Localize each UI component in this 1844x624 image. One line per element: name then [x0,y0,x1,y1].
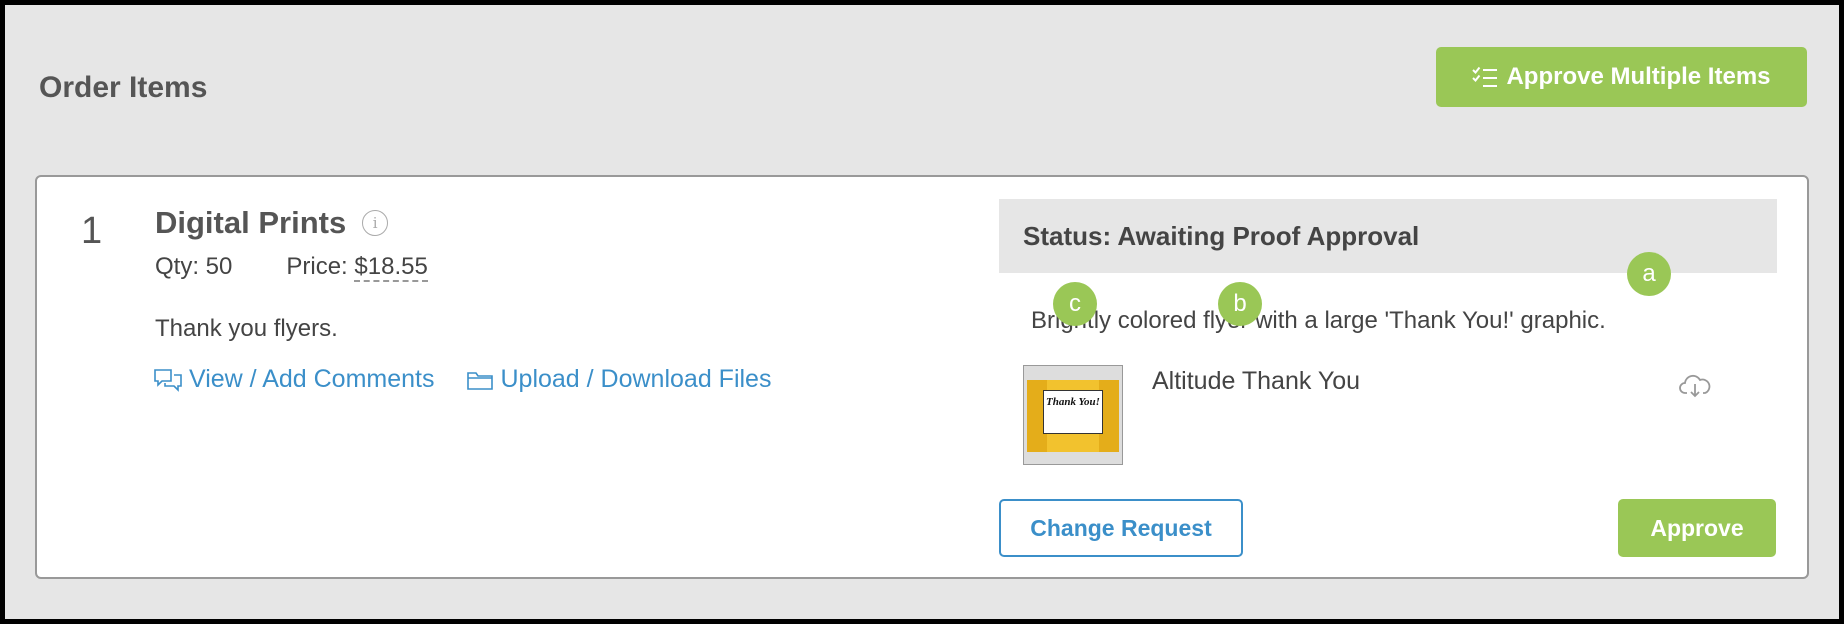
item-price: Price: $18.55 [286,253,428,282]
price-value[interactable]: $18.55 [354,253,428,282]
change-request-button[interactable]: Change Request [999,499,1243,557]
page-title: Order Items [39,71,208,104]
upload-download-files-link[interactable]: Upload / Download Files [466,365,771,394]
approve-button[interactable]: Approve [1618,499,1776,557]
item-links: View / Add Comments Upload / Download Fi… [153,365,771,394]
item-qty: Qty: 50 [155,253,233,280]
item-title: Digital Prints [155,205,347,240]
item-meta: Qty: 50 Price: $18.55 [155,253,428,282]
item-number: 1 [81,210,103,252]
order-items-page: Order Items Approve Multiple Items 1 Dig… [5,5,1839,619]
upload-download-files-label: Upload / Download Files [500,365,772,393]
thumbnail-artwork: Thank You! [1027,380,1119,452]
price-label: Price: [286,253,348,280]
checklist-icon [1472,66,1498,87]
order-item-card: 1 Digital Prints i Qty: 50 Price: $18.55… [35,175,1809,579]
thumbnail-text: Thank You! [1046,396,1100,408]
annotation-marker-c: c [1053,282,1097,326]
thumbnail-card: Thank You! [1043,390,1103,434]
annotation-marker-b: b [1218,282,1262,326]
proof-file-name: Altitude Thank You [1152,367,1361,395]
folder-icon [467,371,494,390]
item-title-row: Digital Prints i [155,205,389,241]
proof-thumbnail[interactable]: Thank You! [1023,365,1123,465]
info-icon[interactable]: i [362,210,389,236]
cloud-download-icon[interactable] [1679,373,1711,399]
proof-description: Brightly colored flyer with a large 'Tha… [1031,307,1606,334]
status-text: Status: Awaiting Proof Approval [1023,220,1420,251]
approve-multiple-items-button[interactable]: Approve Multiple Items [1436,47,1807,107]
view-add-comments-label: View / Add Comments [189,365,435,393]
comments-icon [154,368,182,392]
view-add-comments-link[interactable]: View / Add Comments [153,365,434,394]
approve-multiple-items-label: Approve Multiple Items [1506,63,1771,90]
item-description: Thank you flyers. [155,315,338,342]
annotation-marker-a: a [1627,252,1671,296]
